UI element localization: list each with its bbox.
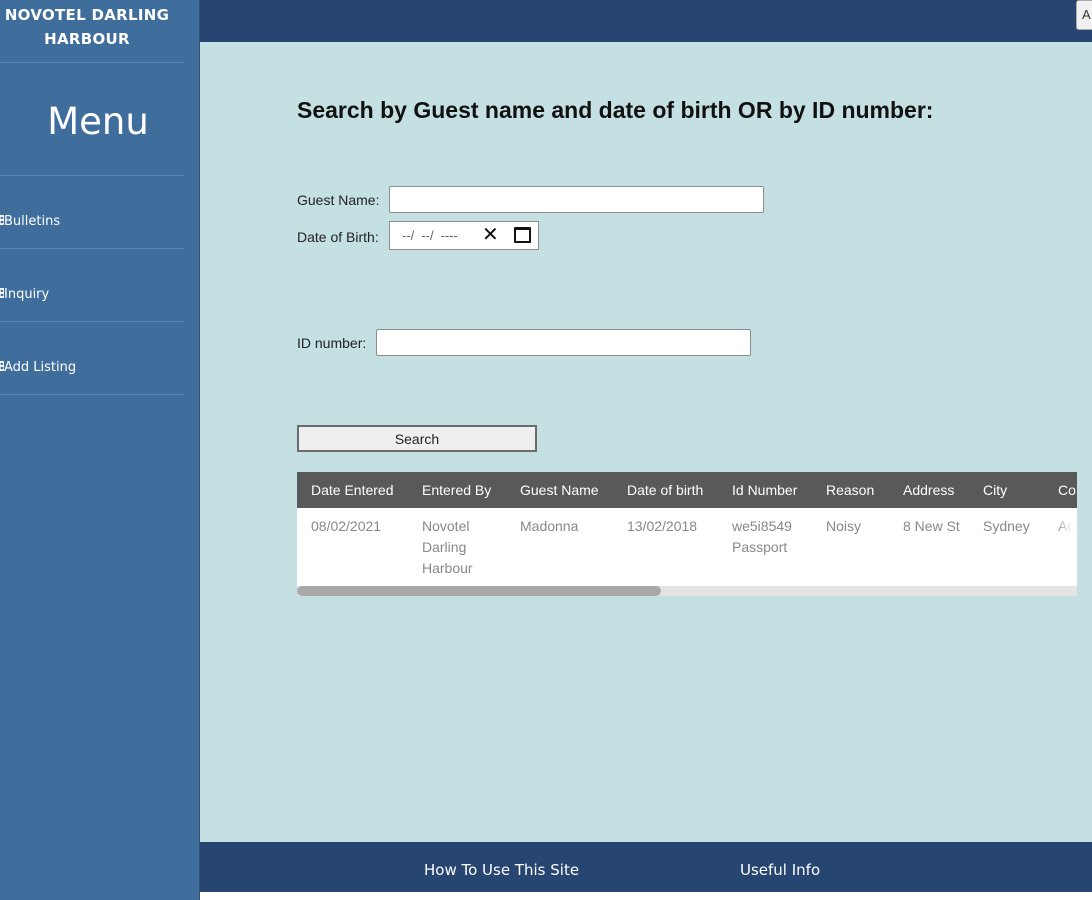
column-header: Address (889, 472, 969, 508)
sidebar: NOVOTEL DARLING HARBOUR Menu B Bulletins… (0, 0, 200, 900)
footer: How To Use This Site Useful Info (200, 842, 1092, 892)
sidebar-item-label: Bulletins (4, 213, 61, 229)
brand-line-2: HARBOUR (44, 30, 130, 48)
table-edge-fade (1055, 508, 1077, 586)
search-button[interactable]: Search (297, 425, 537, 452)
cell-address: 8 New St (889, 508, 969, 590)
column-header: Co (1044, 472, 1077, 508)
cell-entered-by: Novotel Darling Harbour (408, 508, 506, 590)
sidebar-item-label: Add Listing (4, 359, 77, 375)
table-row: 08/02/2021 Novotel Darling Harbour Madon… (297, 508, 1077, 590)
id-number-input[interactable] (376, 329, 751, 356)
sidebar-item-label: Inquiry (4, 286, 50, 302)
header-corner-button[interactable]: A (1076, 0, 1092, 30)
main-content: Search by Guest name and date of birth O… (200, 42, 1092, 842)
dob-date-input[interactable]: --/ --/ ---- ✕ (389, 221, 539, 250)
calendar-icon[interactable] (514, 227, 531, 243)
dob-day[interactable]: --/ (402, 228, 414, 243)
dob-month[interactable]: --/ (421, 228, 433, 243)
sidebar-divider (0, 248, 184, 249)
sidebar-item-add-listing[interactable]: B Add Listing (0, 355, 184, 379)
column-header: City (969, 472, 1044, 508)
clear-icon[interactable]: ✕ (482, 224, 499, 246)
column-header: Guest Name (506, 472, 613, 508)
top-header: A (200, 0, 1092, 42)
column-header: Date of birth (613, 472, 718, 508)
sidebar-item-inquiry[interactable]: B Inquiry (0, 282, 184, 306)
results-table-container: Date Entered Entered By Guest Name Date … (297, 472, 1077, 596)
sidebar-divider (0, 394, 184, 395)
guest-name-label: Guest Name: (297, 192, 380, 208)
menu-title: Menu (47, 100, 149, 143)
cell-date-entered: 08/02/2021 (297, 508, 408, 590)
dob-year[interactable]: ---- (441, 228, 458, 243)
sidebar-divider (0, 62, 184, 63)
cell-guest-name: Madonna (506, 508, 613, 590)
column-header: Reason (812, 472, 889, 508)
table-header-row: Date Entered Entered By Guest Name Date … (297, 472, 1077, 508)
horizontal-scrollbar[interactable] (297, 586, 1077, 596)
brand-line-1: NOVOTEL DARLING (4, 6, 170, 24)
cell-city: Sydney (969, 508, 1044, 590)
page-title: Search by Guest name and date of birth O… (297, 97, 934, 123)
dob-label: Date of Birth: (297, 229, 379, 245)
column-header: Id Number (718, 472, 812, 508)
sidebar-item-bulletins[interactable]: B Bulletins (0, 209, 184, 233)
cell-id-number: we5i8549 Passport (718, 508, 812, 590)
column-header: Entered By (408, 472, 506, 508)
brand-title[interactable]: NOVOTEL DARLING HARBOUR (0, 0, 174, 51)
results-table: Date Entered Entered By Guest Name Date … (297, 472, 1077, 590)
cell-date-of-birth: 13/02/2018 (613, 508, 718, 590)
id-number-label: ID number: (297, 335, 367, 351)
sidebar-divider (0, 321, 184, 322)
scrollbar-thumb[interactable] (297, 586, 661, 596)
column-header: Date Entered (297, 472, 408, 508)
guest-name-input[interactable] (389, 186, 764, 213)
sidebar-divider (0, 175, 184, 176)
footer-link-how-to[interactable]: How To Use This Site (424, 861, 579, 879)
footer-link-useful-info[interactable]: Useful Info (740, 861, 820, 879)
cell-reason: Noisy (812, 508, 889, 590)
